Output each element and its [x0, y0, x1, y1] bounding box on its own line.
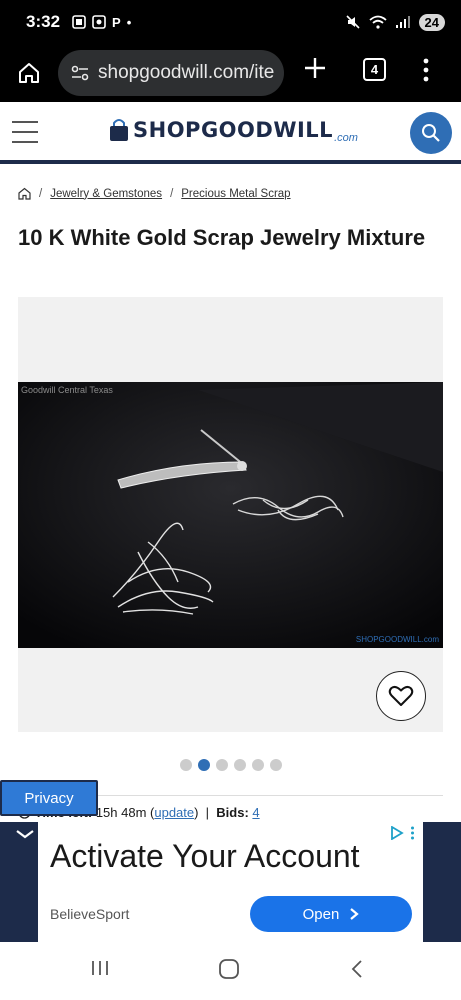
status-time: 3:32	[26, 12, 61, 31]
paypal-icon: P	[112, 14, 121, 30]
ad-open-label: Open	[302, 905, 340, 923]
home-nav-button[interactable]	[218, 958, 240, 985]
privacy-button[interactable]: Privacy	[0, 780, 98, 816]
favorite-button[interactable]	[376, 671, 426, 721]
home-button[interactable]	[0, 61, 58, 85]
time-left-value: 15h 48m	[95, 805, 147, 820]
url-bar[interactable]: shopgoodwill.com/ite	[58, 50, 284, 96]
shopping-bag-icon	[110, 119, 128, 141]
item-image-gallery[interactable]: Goodwill Central Texas SHOPGOODWILL.com	[18, 297, 443, 732]
new-tab-button[interactable]	[302, 55, 328, 86]
breadcrumb-separator: /	[39, 187, 43, 200]
ad-choices[interactable]	[390, 826, 415, 840]
jewelry-photo	[18, 382, 443, 648]
breadcrumb: / Jewelry & Gemstones / Precious Metal S…	[18, 187, 291, 200]
bids-count-link[interactable]: 4	[252, 805, 259, 820]
plus-icon	[305, 58, 325, 78]
breadcrumb-separator: /	[170, 187, 174, 200]
url-text: shopgoodwill.com/ite	[98, 62, 275, 83]
status-bar: 3:32 P • 24	[0, 0, 461, 44]
wifi-icon	[368, 15, 387, 29]
carousel-dot[interactable]	[180, 759, 192, 771]
browser-toolbar: shopgoodwill.com/ite 4	[0, 44, 461, 102]
browser-menu-button[interactable]	[422, 58, 430, 87]
ad-brand: BelieveSport	[50, 906, 130, 922]
site-settings-icon[interactable]	[70, 64, 90, 82]
back-icon	[351, 960, 362, 978]
adchoices-icon	[391, 826, 404, 840]
more-vert-icon	[411, 826, 414, 840]
breadcrumb-precious-metal-scrap[interactable]: Precious Metal Scrap	[181, 188, 290, 200]
carousel-dot[interactable]	[234, 759, 246, 771]
recent-apps-button[interactable]	[90, 958, 110, 983]
update-link[interactable]: update	[154, 805, 194, 820]
ad-banner: Activate Your Account BelieveSport Open	[0, 822, 461, 942]
notification-icons: P •	[72, 15, 131, 30]
search-icon	[422, 124, 440, 142]
site-header: SHOPGOODWILL .com	[0, 102, 461, 164]
more-vert-icon	[423, 58, 429, 82]
tab-switcher-button[interactable]: 4	[363, 58, 386, 81]
signal-icon	[395, 16, 410, 28]
search-button[interactable]	[410, 112, 452, 154]
site-logo[interactable]: SHOPGOODWILL .com	[108, 118, 358, 144]
back-nav-button[interactable]	[349, 958, 365, 985]
ad-open-button[interactable]: Open	[250, 896, 412, 932]
item-title: 10 K White Gold Scrap Jewelry Mixture	[18, 225, 426, 250]
logo-text: SHOPGOODWILL	[133, 118, 334, 142]
ad-card[interactable]: Activate Your Account BelieveSport Open	[38, 822, 423, 942]
recent-apps-icon	[92, 961, 108, 975]
system-nav-bar	[0, 942, 461, 1000]
heart-icon	[388, 685, 414, 706]
system-icons: 24	[345, 13, 445, 31]
breadcrumb-jewelry-gemstones[interactable]: Jewelry & Gemstones	[50, 188, 162, 200]
ad-headline: Activate Your Account	[50, 838, 360, 874]
screen-record-icon	[72, 15, 86, 29]
hamburger-menu-icon[interactable]	[12, 121, 38, 151]
home-icon[interactable]	[18, 187, 31, 200]
photo-brand-watermark: SHOPGOODWILL.com	[355, 635, 439, 644]
carousel-dot[interactable]	[198, 759, 210, 771]
mute-icon	[345, 15, 360, 29]
bids-label: Bids:	[216, 805, 249, 820]
carousel-dot[interactable]	[216, 759, 228, 771]
carousel-dot[interactable]	[270, 759, 282, 771]
carousel-dot[interactable]	[252, 759, 264, 771]
carousel-indicator	[180, 759, 282, 771]
dot-icon: •	[126, 14, 132, 30]
gallery-icon	[92, 15, 106, 29]
home-icon	[19, 63, 39, 83]
photo-watermark: Goodwill Central Texas	[21, 385, 113, 395]
battery-indicator: 24	[418, 13, 445, 31]
item-photo[interactable]: Goodwill Central Texas SHOPGOODWILL.com	[18, 382, 443, 648]
home-circle-icon	[219, 959, 239, 979]
logo-suffix: .com	[334, 132, 358, 144]
chevron-down-icon	[16, 830, 34, 839]
chevron-right-icon	[350, 908, 360, 920]
